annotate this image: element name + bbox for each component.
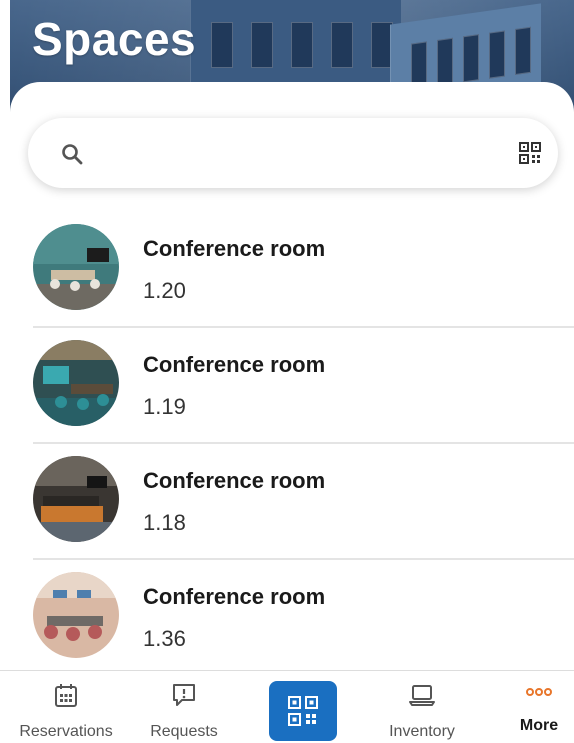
nav-label: More	[519, 717, 559, 734]
qr-scan-button[interactable]	[269, 681, 337, 741]
laptop-icon	[409, 685, 435, 706]
calendar-icon	[55, 684, 77, 707]
search-bar[interactable]	[28, 118, 558, 188]
nav-item-inventory[interactable]: Inventory	[372, 671, 472, 743]
space-name: Conference room	[143, 236, 326, 261]
room-thumbnail	[33, 340, 119, 426]
request-alert-icon	[173, 684, 195, 706]
qr-scan-icon[interactable]	[519, 142, 541, 164]
space-list-item[interactable]: Conference room 1.20	[0, 212, 574, 328]
space-number: 1.36	[143, 626, 186, 651]
space-name: Conference room	[143, 468, 326, 493]
search-input[interactable]	[100, 136, 504, 172]
nav-item-reservations[interactable]: Reservations	[10, 671, 122, 743]
more-dots-icon	[526, 688, 552, 696]
nav-label: Inventory	[389, 723, 455, 740]
bottom-navigation: Reservations Requests Inventory More	[0, 670, 574, 743]
space-name: Conference room	[143, 584, 326, 609]
space-number: 1.19	[143, 394, 186, 419]
space-list-item[interactable]: Conference room 1.18	[0, 444, 574, 560]
page-title: Spaces	[32, 13, 197, 65]
nav-label: Requests	[150, 723, 218, 740]
space-number: 1.20	[143, 278, 186, 303]
space-list-item[interactable]: Conference room 1.19	[0, 328, 574, 444]
nav-item-requests[interactable]: Requests	[134, 671, 234, 743]
room-thumbnail	[33, 456, 119, 542]
space-name: Conference room	[143, 352, 326, 377]
search-icon	[62, 144, 83, 165]
room-thumbnail	[33, 224, 119, 310]
space-list-item[interactable]: Conference room 1.36	[0, 560, 574, 676]
nav-label: Reservations	[19, 723, 113, 740]
room-thumbnail	[33, 572, 119, 658]
nav-item-more[interactable]: More	[508, 671, 570, 743]
space-number: 1.18	[143, 510, 186, 535]
qr-code-icon	[288, 696, 318, 726]
